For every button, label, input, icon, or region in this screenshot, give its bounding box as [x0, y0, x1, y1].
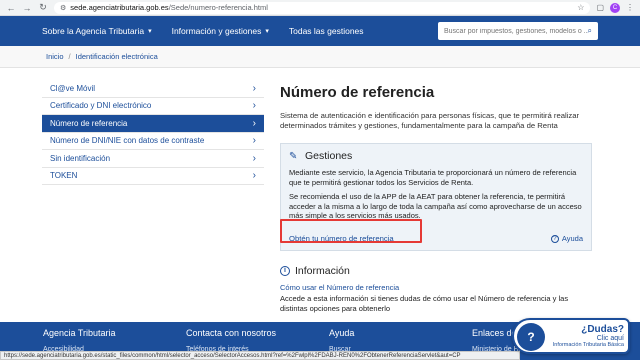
info-section: i Información Cómo usar el Número de ref… [280, 265, 592, 313]
sidebar-item-label: Cl@ve Móvil [50, 83, 96, 93]
url-path: /Sede/numero-referencia.html [168, 3, 268, 12]
extensions-icon[interactable]: ▢ [596, 3, 604, 12]
chevron-down-icon: ▾ [265, 28, 269, 35]
help-link[interactable]: ? Ayuda [550, 234, 583, 243]
sidebar-item-token[interactable]: TOKEN › [42, 168, 264, 185]
search-box: ⌕ [438, 22, 598, 40]
footer-col-title: Contacta con nosotros [186, 328, 277, 338]
sidebar-item-certificado[interactable]: Certificado y DNI electrónico › [42, 98, 264, 115]
reload-icon[interactable]: ↻ [38, 2, 48, 13]
info-icon: i [280, 266, 290, 276]
footer-col-title: Agencia Tributaria [43, 328, 116, 338]
sidebar-item-sin-identificacion[interactable]: Sin identificación › [42, 150, 264, 168]
nav-todas-gestiones[interactable]: Todas las gestiones [289, 26, 364, 36]
chevron-right-icon: › [252, 82, 256, 94]
sidebar-item-label: TOKEN [50, 171, 78, 181]
breadcrumb: Inicio / Identificación electrónica [0, 46, 640, 68]
sidebar-item-label: Número de DNI/NIE con datos de contraste [50, 136, 205, 146]
chevron-right-icon: › [252, 117, 256, 129]
chevron-down-icon: ▾ [148, 28, 152, 35]
footer-col-title: Ayuda [329, 328, 355, 338]
gestiones-text-2: Se recomienda el uso de la APP de la AEA… [289, 192, 582, 220]
bookmark-star-icon[interactable]: ☆ [577, 3, 584, 12]
nav-item-label: Información y gestiones [171, 26, 262, 36]
browser-menu-icon[interactable]: ⋮ [626, 3, 634, 12]
info-title: Información [295, 265, 350, 277]
browser-status-bar: https://sede.agenciatributaria.gob.es/st… [0, 351, 520, 360]
sidebar-item-label: Número de referencia [50, 118, 128, 128]
breadcrumb-separator: / [68, 52, 71, 61]
address-bar[interactable]: ⚙ sede.agenciatributaria.gob.es/Sede/num… [54, 1, 591, 14]
nav-informacion-gestiones[interactable]: Información y gestiones ▾ [172, 26, 269, 36]
nav-item-label: Sobre la Agencia Tributaria [42, 26, 145, 36]
site-info-icon[interactable]: ⚙ [60, 4, 66, 12]
gestiones-text-1: Mediante este servicio, la Agencia Tribu… [289, 168, 577, 187]
gestiones-title: Gestiones [305, 150, 353, 162]
chevron-right-icon: › [252, 135, 256, 147]
chat-bubble-icon: ? [517, 323, 545, 351]
main-content: Número de referencia Sistema de autentic… [280, 68, 592, 313]
nav-item-label: Todas las gestiones [288, 26, 364, 36]
back-icon[interactable]: ← [6, 3, 16, 13]
edit-icon: ✎ [289, 150, 298, 162]
sidebar-item-numero-referencia[interactable]: Número de referencia › [42, 115, 264, 133]
highlight-box [280, 219, 422, 243]
chevron-right-icon: › [252, 170, 256, 182]
chevron-right-icon: › [252, 152, 256, 164]
page-title: Número de referencia [280, 84, 435, 101]
help-icon: ? [550, 234, 559, 243]
sidebar-item-label: Sin identificación [50, 153, 111, 163]
chat-widget-cta: Clic aquí [596, 335, 624, 342]
browser-toolbar: ← → ↻ ⚙ sede.agenciatributaria.gob.es/Se… [0, 0, 640, 16]
chat-widget-title: ¿Dudas? [581, 324, 624, 335]
forward-icon[interactable]: → [22, 3, 32, 13]
breadcrumb-current[interactable]: Identificación electrónica [76, 52, 158, 61]
url-text: sede.agenciatributaria.gob.es/Sede/numer… [70, 3, 573, 12]
sidebar-item-label: Certificado y DNI electrónico [50, 101, 152, 111]
top-navigation: Sobre la Agencia Tributaria ▾ Informació… [0, 16, 640, 46]
chat-widget-subtitle: Información Tributaria Básica [552, 342, 624, 348]
sidebar-item-dni-contraste[interactable]: Número de DNI/NIE con datos de contraste… [42, 133, 264, 150]
nav-sobre-agencia[interactable]: Sobre la Agencia Tributaria ▾ [42, 26, 152, 36]
breadcrumb-home[interactable]: Inicio [46, 52, 64, 61]
sidebar: Cl@ve Móvil › Certificado y DNI electrón… [42, 68, 264, 313]
chat-widget[interactable]: ? ¿Dudas? Clic aquí Información Tributar… [512, 318, 630, 354]
chevron-right-icon: › [252, 100, 256, 112]
sidebar-item-clave-movil[interactable]: Cl@ve Móvil › [42, 80, 264, 98]
help-label: Ayuda [561, 234, 583, 243]
search-icon[interactable]: ⌕ [588, 26, 592, 36]
info-text: Accede a esta información si tienes duda… [280, 294, 569, 313]
profile-avatar[interactable]: C [610, 2, 620, 13]
url-domain: sede.agenciatributaria.gob.es [70, 3, 169, 12]
page-description: Sistema de autenticación e identificació… [280, 111, 580, 130]
info-link[interactable]: Cómo usar el Número de referencia [280, 283, 592, 292]
search-input[interactable] [444, 27, 588, 35]
